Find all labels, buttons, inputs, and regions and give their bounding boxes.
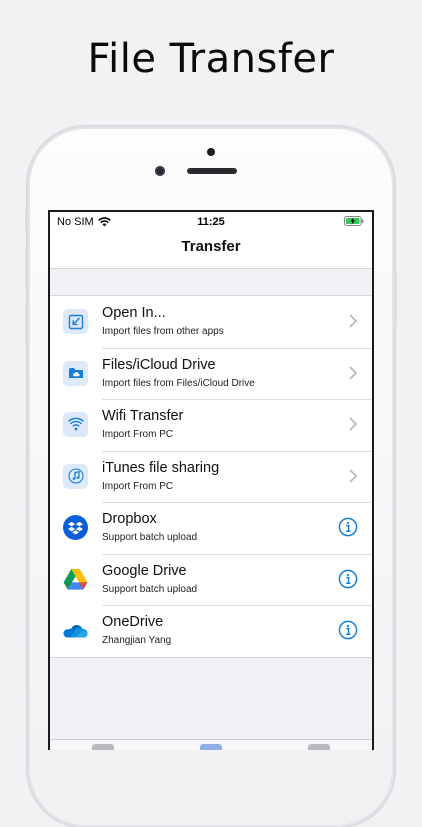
status-bar: No SIM 11:25: [50, 212, 372, 232]
navigation-bar: Transfer: [50, 232, 372, 269]
phone-volume-down: [25, 302, 28, 342]
info-icon[interactable]: [338, 569, 358, 589]
list-item-subtitle: Support batch upload: [102, 583, 198, 595]
onedrive-icon: [63, 618, 88, 643]
tab-transfer-icon[interactable]: [200, 744, 222, 750]
phone-power-button: [394, 270, 397, 325]
promo-headline: File Transfer: [87, 36, 335, 82]
earpiece-speaker: [187, 168, 237, 174]
chevron-right-icon: [349, 314, 358, 328]
chevron-right-icon: [349, 417, 358, 431]
list-item-title: Google Drive: [102, 562, 187, 579]
list-item-itunes-sharing[interactable]: iTunes file sharing Import From PC: [50, 450, 372, 503]
list-item-title: Open In...: [102, 305, 166, 321]
page-title: Transfer: [181, 238, 241, 255]
tab-files-icon[interactable]: [92, 744, 114, 750]
music-note-icon: [63, 463, 88, 489]
list-item-google-drive[interactable]: Google Drive Support batch upload: [50, 553, 372, 606]
phone-volume-up: [25, 250, 28, 290]
phone-mute-switch: [25, 208, 28, 230]
list-item-subtitle: Zhangjian Yang: [102, 635, 172, 646]
list-item-files-icloud[interactable]: Files/iCloud Drive Import files from Fil…: [50, 347, 372, 400]
list-item-subtitle: Import From PC: [102, 429, 174, 440]
info-icon[interactable]: [338, 517, 358, 537]
list-item-title: Files/iCloud Drive: [102, 356, 216, 373]
transfer-options-list: Open In... Import files from other apps …: [50, 295, 372, 658]
google-drive-icon: [63, 567, 88, 592]
battery-charging-icon: [344, 216, 364, 226]
dropbox-icon: [63, 515, 88, 540]
chevron-right-icon: [349, 468, 358, 483]
list-item-wifi-transfer[interactable]: Wifi Transfer Import From PC: [50, 399, 372, 451]
info-icon[interactable]: [338, 620, 358, 640]
list-item-title: OneDrive: [102, 614, 164, 630]
wifi-icon: [63, 412, 88, 437]
list-item-subtitle: Support batch upload: [102, 532, 198, 543]
folder-icon: [63, 360, 88, 386]
chevron-right-icon: [349, 365, 358, 380]
list-item-title: Dropbox: [102, 511, 157, 527]
list-item-subtitle: Import files from other apps: [102, 326, 224, 337]
list-item-dropbox[interactable]: Dropbox Support batch upload: [50, 502, 372, 554]
tab-settings-icon[interactable]: [308, 744, 330, 750]
list-item-onedrive[interactable]: OneDrive Zhangjian Yang: [50, 605, 372, 657]
status-time: 11:25: [197, 216, 225, 228]
import-icon: [63, 309, 88, 334]
list-item-subtitle: Import files from Files/iCloud Drive: [102, 377, 255, 389]
proximity-sensor: [207, 148, 215, 156]
tab-bar: [50, 739, 372, 750]
list-item-title: Wifi Transfer: [102, 408, 184, 424]
list-item-subtitle: Import From PC: [102, 480, 174, 492]
list-item-title: iTunes file sharing: [102, 459, 220, 476]
app-screen: No SIM 11:25 Transfer Open In... Import …: [48, 210, 374, 750]
list-item-open-in[interactable]: Open In... Import files from other apps: [50, 296, 372, 348]
front-camera: [155, 166, 165, 176]
